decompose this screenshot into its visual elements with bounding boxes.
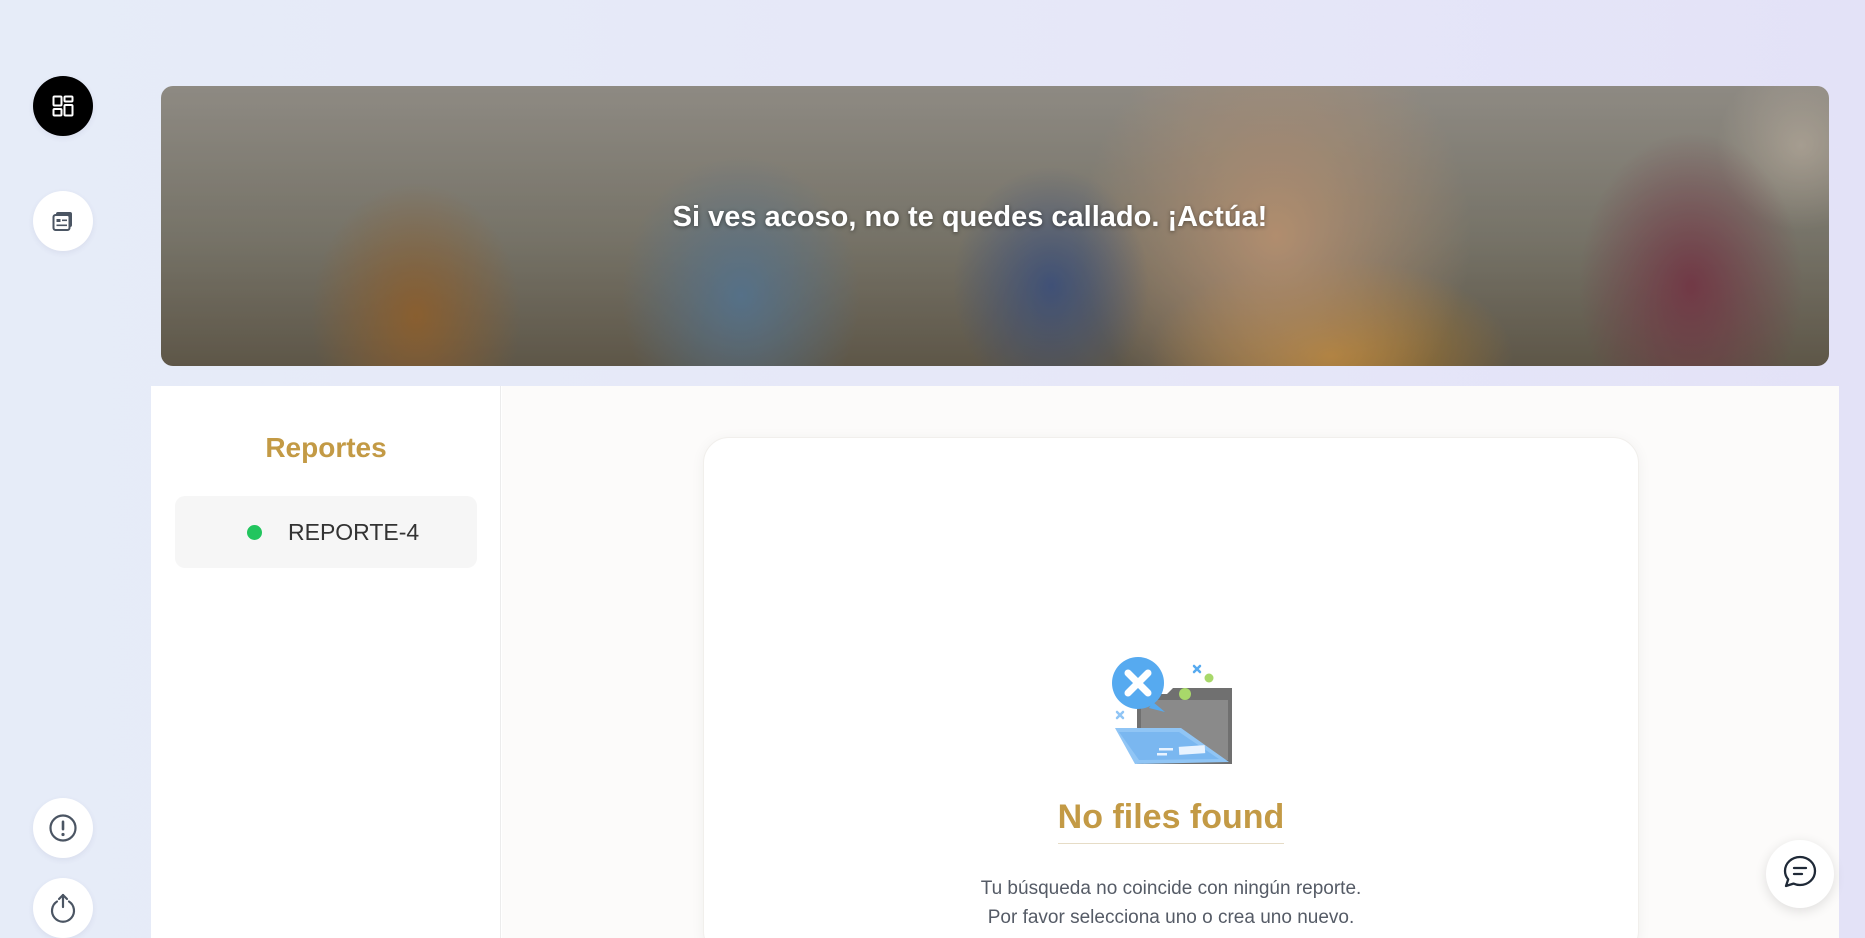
report-list-item[interactable]: REPORTE-4 xyxy=(175,496,477,568)
dashboard-icon xyxy=(52,95,74,117)
empty-state-title: No files found xyxy=(704,798,1638,844)
report-content-area: No files found Tu búsqueda no coincide c… xyxy=(502,386,1839,938)
reports-heading: Reportes xyxy=(265,432,387,463)
nav-dashboard-button[interactable] xyxy=(33,76,93,136)
main-panel: Reportes REPORTE-4 No files found Tu bús… xyxy=(151,386,1839,938)
nav-alert-button[interactable] xyxy=(33,798,93,858)
empty-state-title-text: No files found xyxy=(1057,798,1285,844)
reports-icon xyxy=(52,210,74,232)
hero-banner: Si ves acoso, no te quedes callado. ¡Act… xyxy=(161,86,1829,366)
hero-message: Si ves acoso, no te quedes callado. ¡Act… xyxy=(672,200,1268,233)
reports-sidebar: Reportes REPORTE-4 xyxy=(151,386,501,938)
empty-state-card: No files found Tu búsqueda no coincide c… xyxy=(703,437,1639,938)
report-label: REPORTE-4 xyxy=(288,518,420,545)
chat-icon xyxy=(1781,853,1819,896)
chat-button[interactable] xyxy=(1766,840,1834,908)
power-icon xyxy=(47,892,79,924)
nav-logout-button[interactable] xyxy=(33,878,93,938)
empty-state-message: Tu búsqueda no coincide con ningún repor… xyxy=(704,874,1638,932)
nav-reports-button[interactable] xyxy=(33,191,93,251)
no-files-illustration xyxy=(1109,656,1235,771)
empty-state-message-line-2: Por favor selecciona uno o crea uno nuev… xyxy=(987,907,1355,928)
empty-state-message-line-1: Tu búsqueda no coincide con ningún repor… xyxy=(980,878,1362,899)
status-dot xyxy=(247,524,262,540)
alert-icon xyxy=(48,813,78,843)
